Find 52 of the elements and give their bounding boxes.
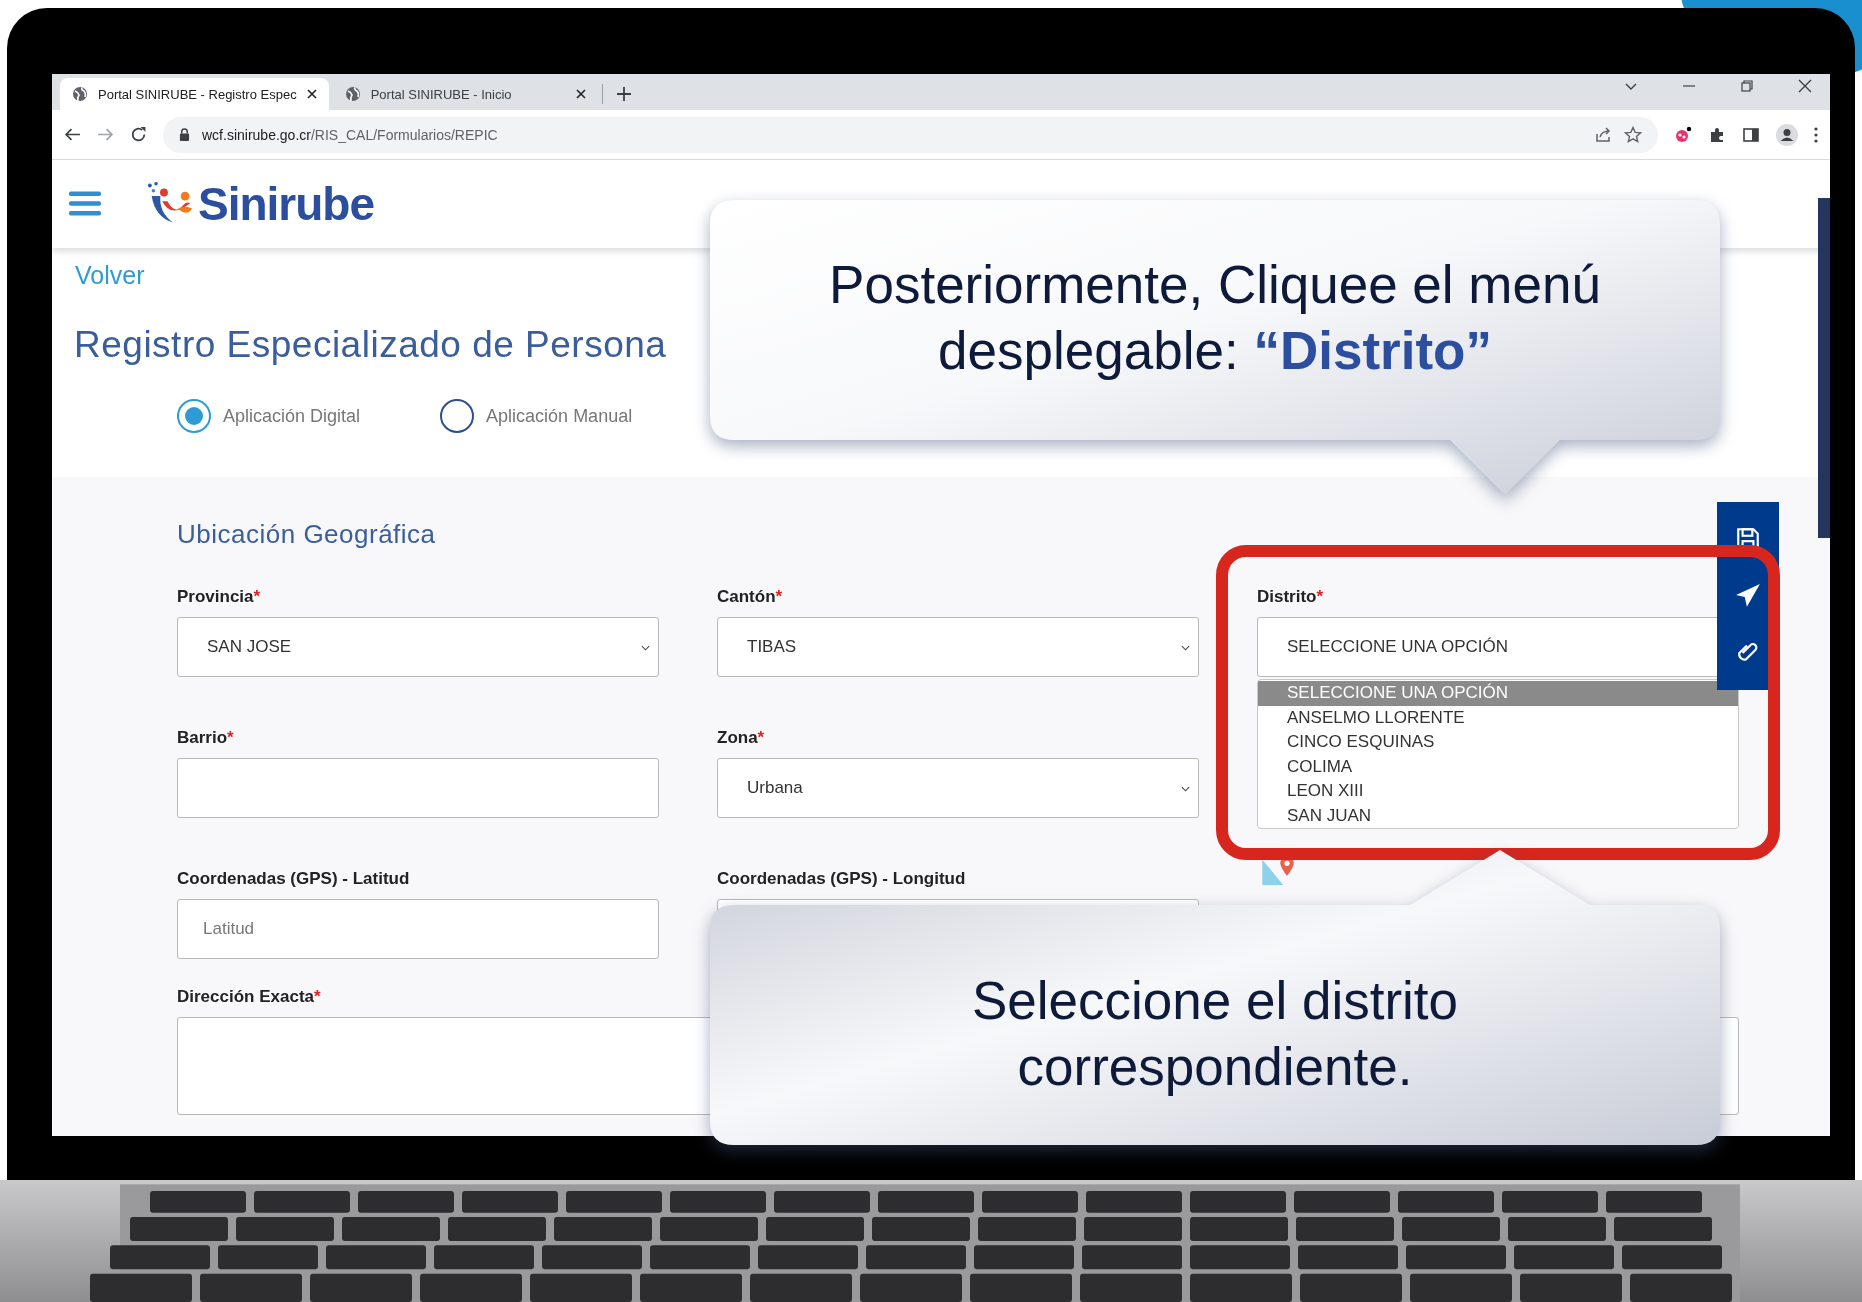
dropdown[interactable]: SAN JOSE bbox=[177, 617, 659, 677]
field-label: Provincia* bbox=[177, 587, 261, 607]
radio-button[interactable] bbox=[177, 399, 211, 433]
dropdown-option[interactable]: CINCO ESQUINAS bbox=[1258, 730, 1738, 755]
back-icon[interactable] bbox=[64, 126, 81, 143]
restore-icon[interactable] bbox=[1740, 79, 1754, 93]
dropdown[interactable]: TIBAS bbox=[717, 617, 1199, 677]
url-text: wcf.sinirube.go.cr/RIS_CAL/Formularios/REPIC bbox=[202, 126, 498, 143]
dropdown-option[interactable]: LEON XIII bbox=[1258, 779, 1738, 804]
tooltip-text: Posteriormente, Cliquee el menú desplegable: “Distrito” bbox=[828, 254, 1602, 382]
profile-icon[interactable] bbox=[1776, 123, 1798, 146]
field-label: Dirección Exacta* bbox=[177, 987, 321, 1007]
address-bar[interactable]: wcf.sinirube.go.cr/RIS_CAL/Formularios/REPIC bbox=[163, 116, 1658, 153]
reload-icon[interactable] bbox=[130, 126, 147, 143]
globe-icon bbox=[72, 86, 88, 102]
radio-label: Aplicación Manual bbox=[486, 405, 633, 427]
send-icon[interactable] bbox=[1735, 583, 1761, 609]
share-icon[interactable] bbox=[1594, 125, 1612, 144]
section-title: Ubicación Geográfica bbox=[177, 518, 437, 551]
field-label: Zona* bbox=[717, 728, 765, 748]
field-label: Coordenadas (GPS) - Latitud bbox=[177, 869, 410, 889]
field-label: Distrito* bbox=[1257, 587, 1324, 607]
new-tab-icon[interactable] bbox=[616, 87, 631, 101]
chevron-icon bbox=[1181, 786, 1190, 792]
puzzle-icon[interactable] bbox=[1708, 125, 1726, 144]
tooltip-text: Seleccione el distrito correspondiente. bbox=[970, 970, 1460, 1098]
menu-icon[interactable] bbox=[1814, 125, 1818, 144]
browser-tab[interactable]: Portal SINIRUBE - Inicio bbox=[332, 78, 598, 110]
globe-icon bbox=[344, 86, 361, 102]
dropdown-option[interactable]: ANSELMO LLORENTE bbox=[1258, 705, 1738, 730]
close-icon[interactable] bbox=[306, 89, 317, 99]
input-field[interactable]: Latitud bbox=[177, 899, 659, 959]
browser-tab[interactable]: Portal SINIRUBE - Registro Espec bbox=[60, 78, 329, 110]
close-icon[interactable] bbox=[1798, 79, 1812, 93]
radio-label: Aplicación Digital bbox=[223, 405, 361, 427]
field-label: Cantón* bbox=[717, 587, 783, 607]
field-label: Coordenadas (GPS) - Longitud bbox=[717, 869, 966, 889]
star-icon[interactable] bbox=[1624, 125, 1642, 144]
dropdown[interactable]: Urbana bbox=[717, 758, 1199, 818]
page-title: Registro Especializado de Persona bbox=[74, 323, 667, 367]
chevron-icon bbox=[641, 645, 650, 651]
field-label: Barrio* bbox=[177, 728, 234, 748]
lock-icon bbox=[179, 128, 190, 141]
dropdown-option[interactable]: SAN JUAN bbox=[1258, 803, 1738, 828]
close-icon[interactable] bbox=[575, 89, 586, 99]
chevron-icon bbox=[1181, 645, 1190, 651]
side-panel-icon[interactable] bbox=[1742, 125, 1760, 144]
dropdown-option[interactable]: COLIMA bbox=[1258, 754, 1738, 779]
extension-icon[interactable] bbox=[1674, 125, 1692, 144]
input-field[interactable] bbox=[177, 758, 659, 818]
radio-button[interactable] bbox=[440, 399, 475, 433]
logo-text: Sinirube bbox=[198, 177, 375, 231]
